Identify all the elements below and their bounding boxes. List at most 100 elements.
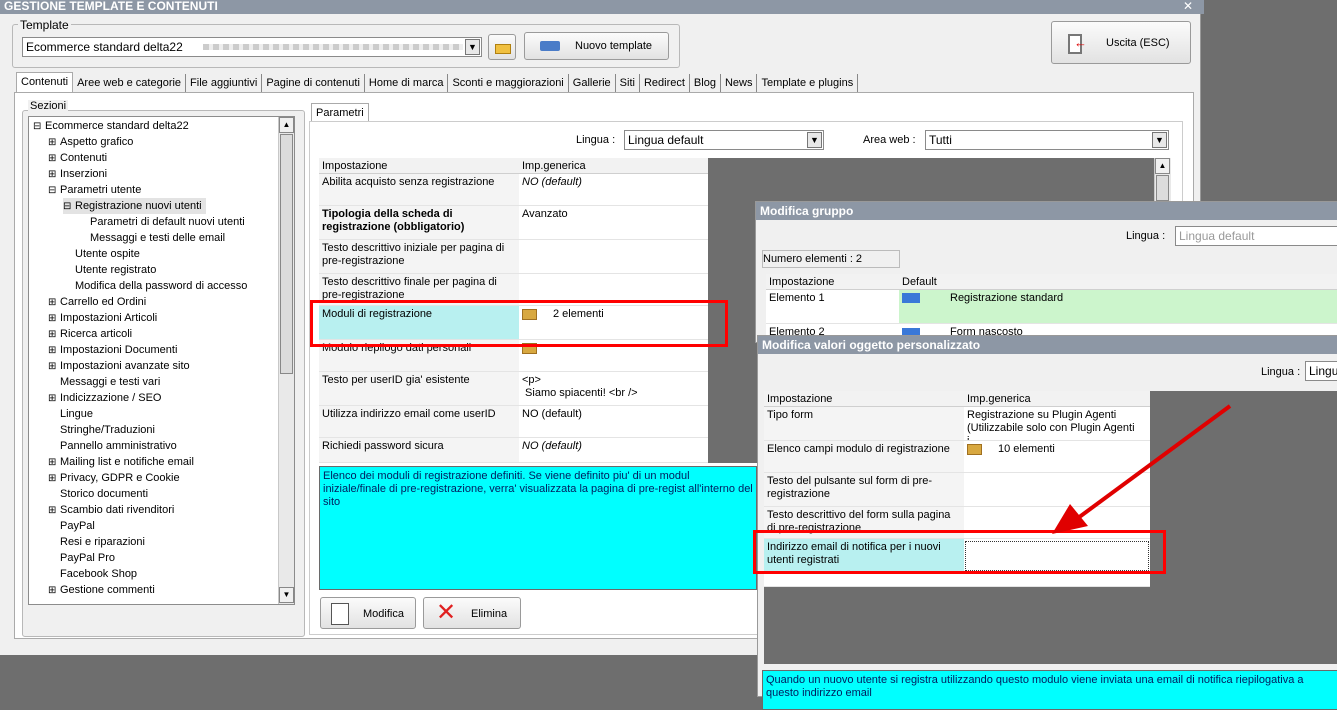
param-value[interactable]: NO (default) [519, 406, 708, 438]
module-icon [902, 293, 920, 304]
tree-item[interactable]: ⊟ Ecommerce standard delta22 [33, 118, 189, 134]
tree-item[interactable]: ⊞ Inserzioni [48, 166, 107, 182]
area-select[interactable]: Tutti ▼ [925, 130, 1169, 150]
tree-item[interactable]: Utente registrato [63, 262, 156, 278]
tree-item[interactable]: Resi e riparazioni [48, 534, 145, 550]
tab-news[interactable]: News [721, 74, 758, 92]
tab-home-marca[interactable]: Home di marca [365, 74, 449, 92]
tree-item[interactable]: Storico documenti [48, 486, 148, 502]
tab-siti[interactable]: Siti [616, 74, 640, 92]
param-name: Abilita acquisto senza registrazione [319, 174, 519, 206]
tree-item[interactable]: Parametri di default nuovi utenti [78, 214, 245, 230]
object-lingua-select[interactable]: Lingu [1305, 361, 1337, 381]
scroll-up-icon[interactable]: ▲ [279, 117, 294, 133]
group-grid: Impostazione Default Elemento 1 Registra… [766, 274, 1337, 340]
modify-button[interactable]: Modifica [320, 597, 416, 629]
lingua-label: Lingua : [576, 134, 616, 146]
edit-pencil-icon [331, 603, 349, 625]
scroll-up-icon[interactable]: ▲ [1155, 158, 1170, 174]
tree-item[interactable]: Facebook Shop [48, 566, 137, 582]
open-folder-button[interactable] [488, 34, 516, 60]
chevron-down-icon[interactable]: ▼ [807, 132, 822, 148]
tree-item[interactable]: ⊞ Gestione commenti [48, 582, 155, 598]
tree-item[interactable]: ⊞ Impostazioni avanzate sito [48, 358, 190, 374]
new-template-button[interactable]: Nuovo template [524, 32, 669, 60]
tree-item[interactable]: Messaggi e testi delle email [78, 230, 225, 246]
params-description: Elenco dei moduli di registrazione defin… [319, 466, 757, 590]
object-dialog-title: Modifica valori oggetto personalizzato [758, 336, 1337, 354]
tab-template-plugins[interactable]: Template e plugins [757, 74, 859, 92]
param-value[interactable] [519, 240, 708, 274]
group-lingua-select[interactable]: Lingua default [1175, 226, 1337, 246]
lingua-select[interactable]: Lingua default ▼ [624, 130, 824, 150]
main-tabs: Contenuti Aree web e categorie File aggi… [16, 72, 859, 93]
tab-file-aggiuntivi[interactable]: File aggiuntivi [186, 74, 263, 92]
delete-button[interactable]: ✕ Elimina [423, 597, 521, 629]
scroll-thumb[interactable] [1156, 175, 1169, 201]
tree-item[interactable]: ⊞ Carrello ed Ordini [48, 294, 146, 310]
param-name: Richiedi password sicura [319, 438, 519, 463]
delete-label: Elimina [471, 608, 508, 620]
tree-scrollbar[interactable]: ▲ ▼ [278, 117, 294, 604]
tree-item[interactable]: Messaggi e testi vari [48, 374, 160, 390]
arrow-head [1052, 504, 1088, 534]
tree-item[interactable]: ⊞ Contenuti [48, 150, 107, 166]
group-count: Numero elementi : 2 [762, 250, 900, 268]
window-close-icon[interactable]: ✕ [1180, 0, 1196, 14]
tree-item[interactable]: Lingue [48, 406, 93, 422]
params-tab[interactable]: Parametri [311, 103, 369, 122]
sections-tree[interactable]: ⊟ Ecommerce standard delta22 ⊞ Aspetto gra… [28, 116, 295, 605]
new-template-label: Nuovo template [575, 40, 653, 52]
folder-icon [495, 44, 511, 54]
lingua-select-value: Lingua default [628, 133, 704, 147]
tree-item[interactable]: ⊟ Parametri utente [48, 182, 141, 198]
group-element-value[interactable]: Registrazione standard [899, 290, 1337, 324]
col-header-setting: Impostazione [766, 274, 899, 290]
exit-label: Uscita (ESC) [1106, 37, 1170, 49]
folder-icon [967, 443, 982, 455]
param-value[interactable]: NO (default) [519, 174, 708, 206]
tree-item[interactable]: PayPal Pro [48, 550, 115, 566]
sections-label: Sezioni [28, 100, 69, 112]
tab-pagine-contenuti[interactable]: Pagine di contenuti [262, 74, 365, 92]
param-value[interactable]: <p> Siamo spiacenti! <br /> [519, 372, 708, 406]
tree-item[interactable]: ⊞ Scambio dati rivenditori [48, 502, 174, 518]
exit-button[interactable]: ← Uscita (ESC) [1051, 21, 1191, 64]
col-header-setting: Impostazione [319, 158, 519, 174]
tree-item[interactable]: ⊞ Privacy, GDPR e Cookie [48, 470, 180, 486]
group-element-value-text: Registrazione standard [950, 292, 1064, 304]
tree-item[interactable]: Utente ospite [63, 246, 140, 262]
tree-item[interactable]: ⊞ Aspetto grafico [48, 134, 133, 150]
param-value[interactable]: Avanzato [519, 206, 708, 240]
tree-item[interactable]: ⊞ Impostazioni Articoli [48, 310, 157, 326]
tree-item[interactable]: ⊞ Impostazioni Documenti [48, 342, 177, 358]
chevron-down-icon[interactable]: ▼ [1152, 132, 1167, 148]
scroll-thumb[interactable] [280, 134, 293, 374]
scroll-down-icon[interactable]: ▼ [279, 587, 294, 603]
tree-item-selected[interactable]: ⊟ Registrazione nuovi utenti [63, 198, 206, 214]
col-header-setting: Impostazione [764, 391, 964, 407]
tree-item[interactable]: Pannello amministrativo [48, 438, 177, 454]
params-scrollbar[interactable]: ▲ [1154, 158, 1171, 203]
modify-label: Modifica [363, 608, 404, 620]
tree-item[interactable]: Stringhe/Traduzioni [48, 422, 155, 438]
template-select[interactable]: Ecommerce standard delta22 ▼ [22, 37, 482, 57]
tree-item[interactable]: Modifica della password di accesso [63, 278, 247, 294]
tab-redirect[interactable]: Redirect [640, 74, 690, 92]
tab-aree-web[interactable]: Aree web e categorie [73, 74, 187, 92]
tree-item[interactable]: ⊞ Mailing list e notifiche email [48, 454, 194, 470]
tree-item[interactable]: ⊞ Indicizzazione / SEO [48, 390, 162, 406]
tab-sconti[interactable]: Sconti e maggiorazioni [448, 74, 569, 92]
param-value[interactable]: NO (default) [519, 438, 708, 463]
tree-item[interactable]: PayPal [48, 518, 95, 534]
group-dialog-title: Modifica gruppo [756, 202, 1337, 220]
chevron-down-icon[interactable]: ▼ [465, 39, 480, 55]
object-lingua-value: Lingu [1309, 364, 1337, 378]
tree-item[interactable]: ⊞ Ricerca articoli [48, 326, 132, 342]
tab-gallerie[interactable]: Gallerie [569, 74, 616, 92]
object-param-name: Elenco campi modulo di registrazione [764, 441, 964, 473]
tab-blog[interactable]: Blog [690, 74, 721, 92]
tab-contenuti[interactable]: Contenuti [16, 72, 74, 93]
object-lingua-label: Lingua : [1261, 366, 1301, 378]
highlight-moduli-registrazione [310, 300, 728, 347]
